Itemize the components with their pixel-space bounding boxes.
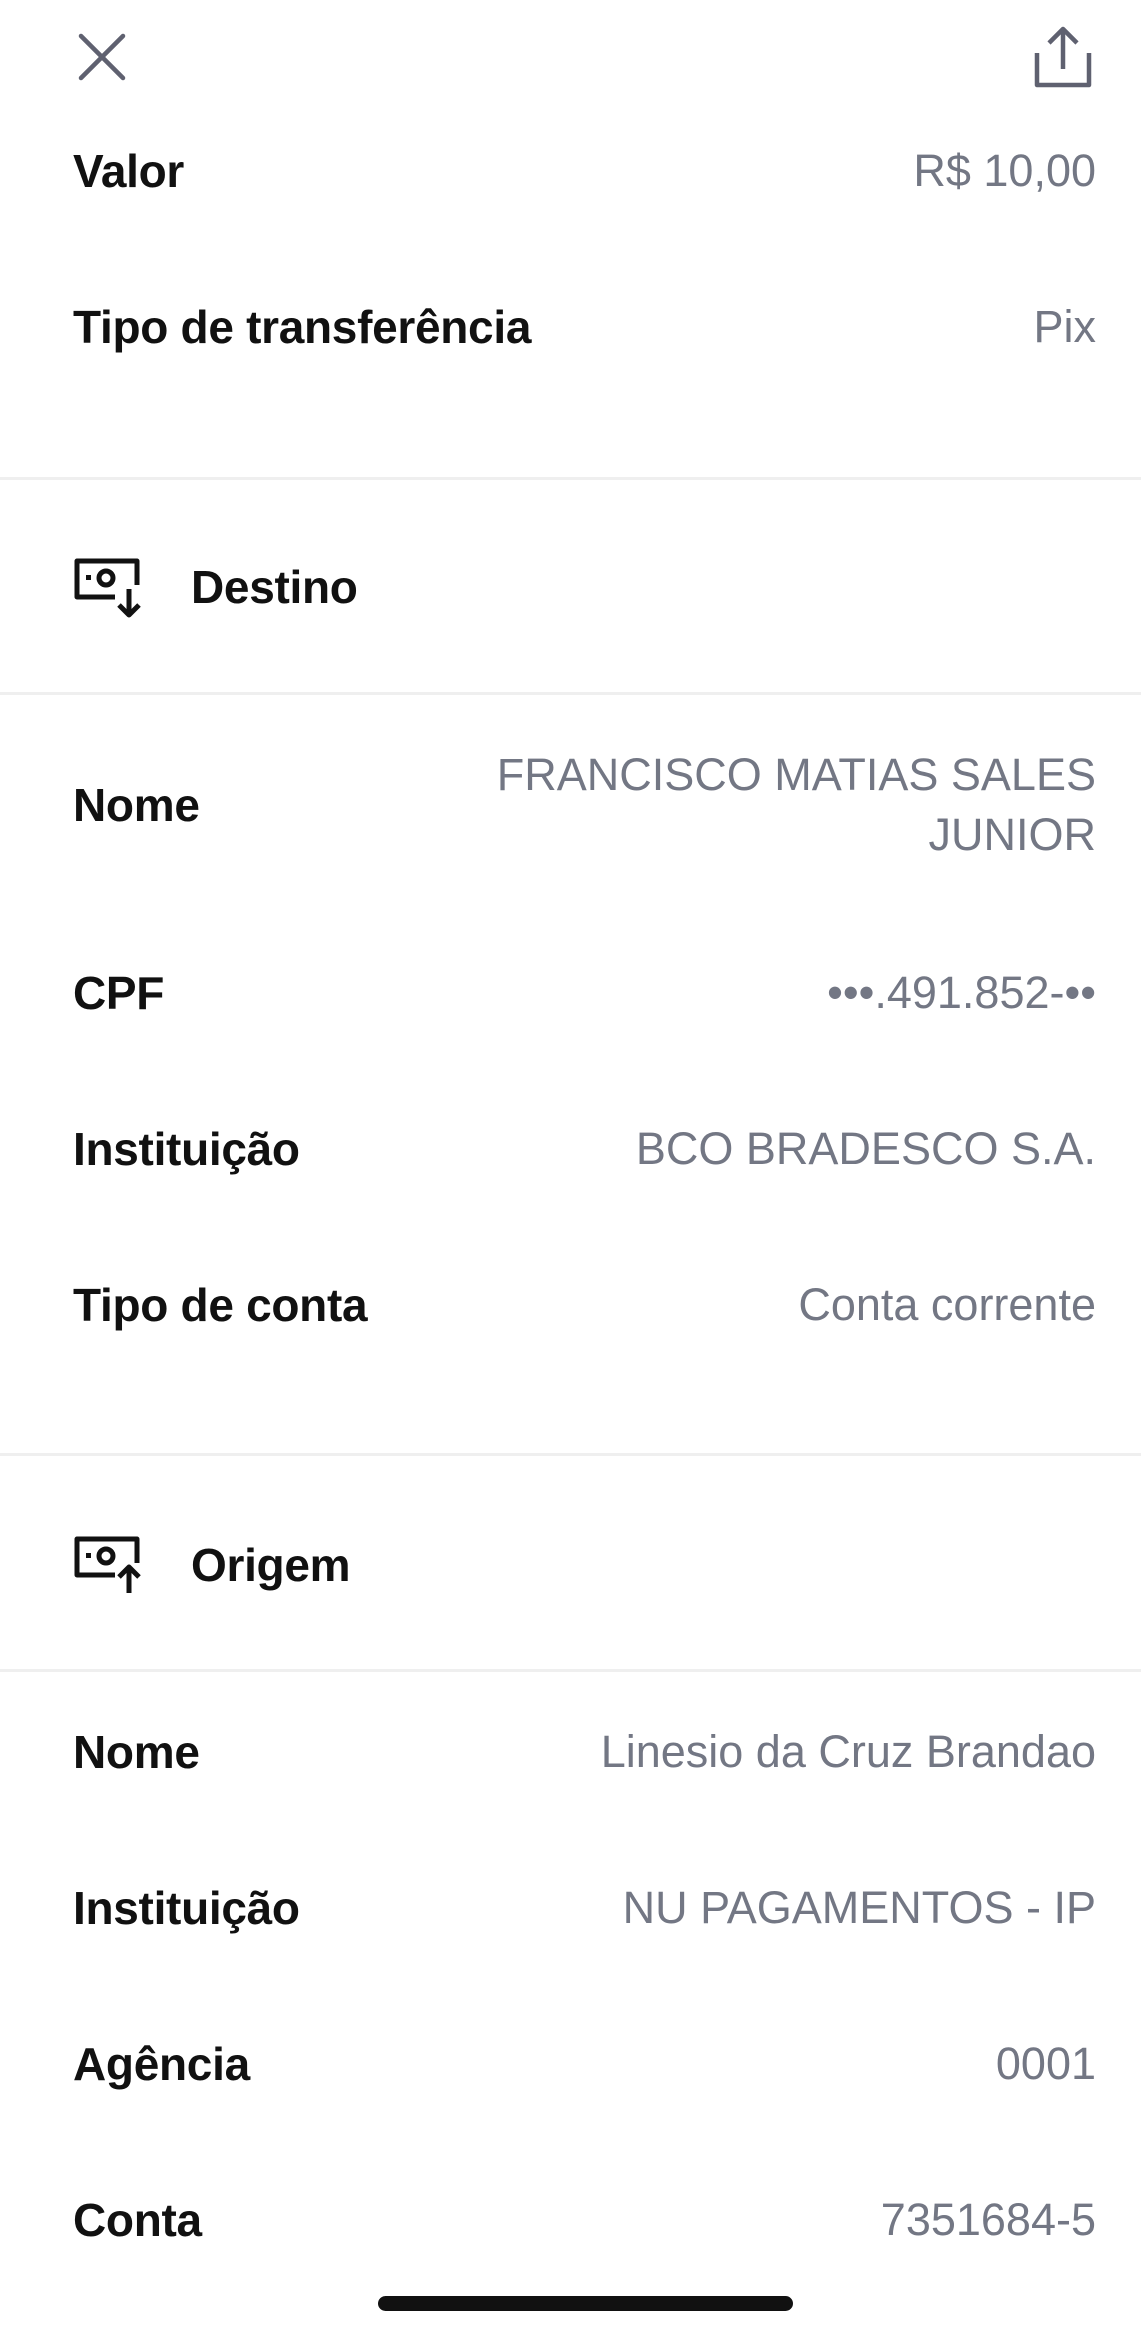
destino-tipo-conta-label: Tipo de conta xyxy=(73,1279,368,1331)
origem-conta-label: Conta xyxy=(73,2194,202,2246)
origem-agencia-label: Agência xyxy=(73,2038,250,2090)
close-button[interactable] xyxy=(62,22,142,92)
destino-cpf-row: CPF •••.491.852-•• xyxy=(0,962,1141,1024)
share-icon xyxy=(1034,26,1091,88)
destino-tipo-conta-value: Conta corrente xyxy=(798,1279,1096,1330)
origem-agencia-value: 0001 xyxy=(995,2038,1096,2089)
origem-section-header: Origem xyxy=(0,1533,1141,1597)
destino-instituicao-row: Instituição BCO BRADESCO S.A. xyxy=(0,1118,1141,1180)
origem-instituicao-row: Instituição NU PAGAMENTOS - IP xyxy=(0,1877,1141,1939)
origem-nome-row: Nome Linesio da Cruz Brandao xyxy=(0,1721,1141,1783)
money-receive-icon xyxy=(73,555,145,619)
destino-nome-row: Nome FRANCISCO MATIAS SALES JUNIOR xyxy=(0,745,1141,865)
home-indicator[interactable] xyxy=(378,2296,793,2311)
valor-row: Valor R$ 10,00 xyxy=(0,140,1141,202)
origem-title: Origem xyxy=(191,1539,351,1591)
origem-conta-value: 7351684-5 xyxy=(880,2194,1096,2245)
divider xyxy=(0,692,1141,695)
valor-label: Valor xyxy=(73,145,185,197)
valor-value: R$ 10,00 xyxy=(913,145,1096,196)
destino-cpf-value: •••.491.852-•• xyxy=(827,967,1096,1018)
top-bar xyxy=(0,0,1141,120)
origem-instituicao-label: Instituição xyxy=(73,1882,300,1934)
origem-instituicao-value: NU PAGAMENTOS - IP xyxy=(622,1882,1096,1933)
destino-section-header: Destino xyxy=(0,555,1141,619)
close-icon xyxy=(78,33,126,81)
destino-nome-label: Nome xyxy=(73,779,200,831)
tipo-transferencia-row: Tipo de transferência Pix xyxy=(0,296,1141,358)
tipo-transferencia-value: Pix xyxy=(1033,301,1096,352)
destino-cpf-label: CPF xyxy=(73,967,165,1019)
destino-title: Destino xyxy=(191,561,358,613)
origem-nome-label: Nome xyxy=(73,1726,200,1778)
destino-nome-value: FRANCISCO MATIAS SALES JUNIOR xyxy=(496,749,1096,860)
tipo-transferencia-label: Tipo de transferência xyxy=(73,301,532,353)
origem-agencia-row: Agência 0001 xyxy=(0,2033,1141,2095)
divider xyxy=(0,1453,1141,1456)
destino-tipo-conta-row: Tipo de conta Conta corrente xyxy=(0,1274,1141,1336)
destino-instituicao-label: Instituição xyxy=(73,1123,300,1175)
destino-instituicao-value: BCO BRADESCO S.A. xyxy=(635,1123,1096,1174)
origem-conta-row: Conta 7351684-5 xyxy=(0,2189,1141,2251)
share-button[interactable] xyxy=(1020,18,1105,98)
money-send-icon xyxy=(73,1533,145,1597)
divider xyxy=(0,1669,1141,1672)
transfer-receipt-screen: Valor R$ 10,00 Tipo de transferência Pix… xyxy=(0,0,1141,2340)
origem-nome-value: Linesio da Cruz Brandao xyxy=(600,1726,1096,1777)
divider xyxy=(0,477,1141,480)
